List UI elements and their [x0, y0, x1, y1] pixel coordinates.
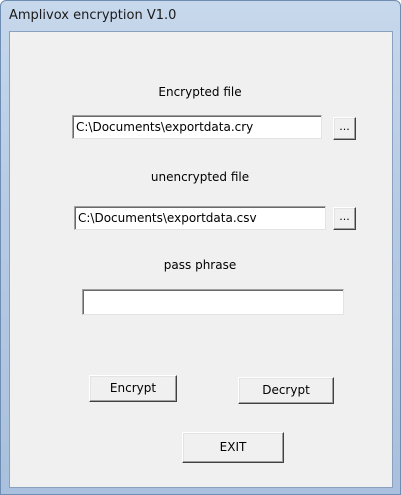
encrypted-browse-button[interactable]: ...	[333, 117, 356, 140]
pass-phrase-input[interactable]	[82, 289, 344, 315]
dialog-client-area: Encrypted file C:\Documents\exportdata.c…	[9, 31, 393, 488]
unencrypted-file-label: unencrypted file	[150, 170, 250, 184]
encrypt-button[interactable]: Encrypt	[89, 375, 177, 402]
app-window: Amplivox encryption V1.0 Encrypted file …	[0, 0, 401, 495]
window-title: Amplivox encryption V1.0	[9, 8, 177, 23]
encrypted-file-input[interactable]: C:\Documents\exportdata.cry	[72, 115, 322, 139]
unencrypted-browse-button[interactable]: ...	[333, 207, 356, 230]
title-bar[interactable]: Amplivox encryption V1.0	[1, 1, 400, 30]
pass-phrase-label: pass phrase	[163, 258, 237, 272]
decrypt-button[interactable]: Decrypt	[238, 377, 334, 404]
encrypted-file-label: Encrypted file	[158, 85, 242, 99]
exit-button[interactable]: EXIT	[182, 432, 284, 463]
unencrypted-file-input[interactable]: C:\Documents\exportdata.csv	[74, 206, 326, 230]
